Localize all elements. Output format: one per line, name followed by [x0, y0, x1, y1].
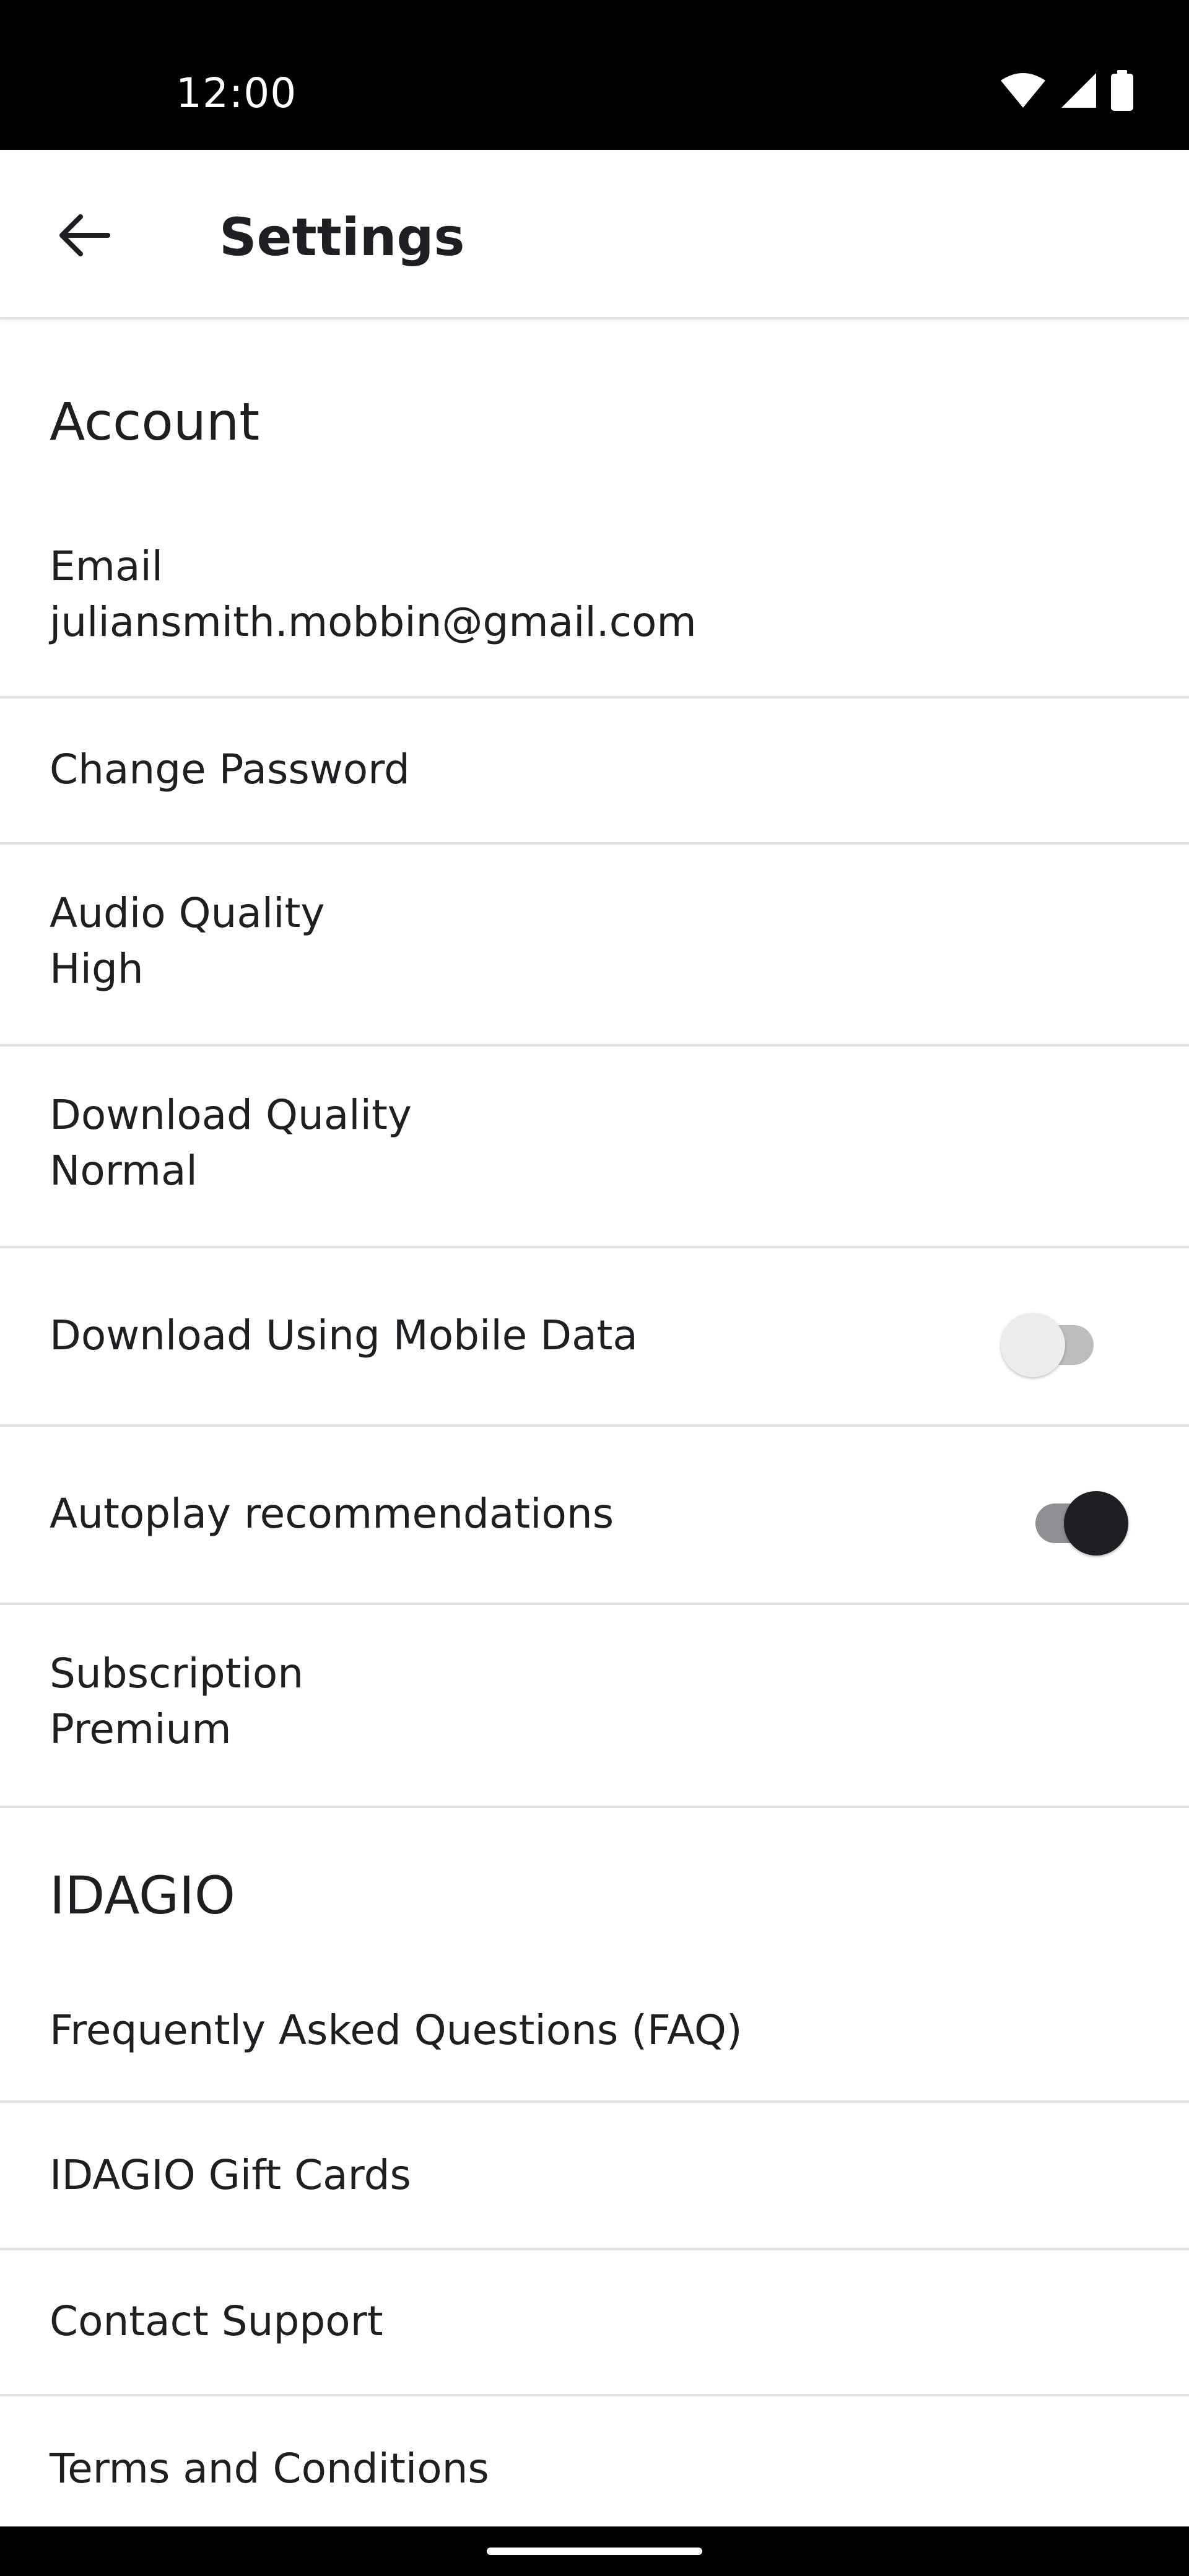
- settings-item-subscription[interactable]: Subscription Premium: [0, 1605, 1189, 1808]
- change-password-label: Change Password: [50, 746, 410, 793]
- section-header-idagio: IDAGIO: [50, 1865, 235, 1926]
- settings-item-gift-cards[interactable]: IDAGIO Gift Cards: [0, 2103, 1189, 2250]
- subscription-value: Premium: [50, 1705, 232, 1753]
- settings-item-faq[interactable]: Frequently Asked Questions (FAQ): [0, 1977, 1189, 2103]
- download-mobile-data-toggle[interactable]: [1001, 1302, 1106, 1377]
- settings-item-email[interactable]: Email juliansmith.mobbin@gmail.com: [0, 515, 1189, 698]
- terms-label: Terms and Conditions: [50, 2445, 489, 2492]
- status-time: 12:00: [176, 69, 297, 117]
- settings-item-change-password[interactable]: Change Password: [0, 698, 1189, 845]
- settings-item-contact-support[interactable]: Contact Support: [0, 2250, 1189, 2396]
- email-value: juliansmith.mobbin@gmail.com: [50, 598, 697, 646]
- contact-support-label: Contact Support: [50, 2297, 383, 2345]
- toggle-thumb: [1064, 1491, 1128, 1556]
- settings-item-download-mobile-data[interactable]: Download Using Mobile Data: [0, 1248, 1189, 1427]
- toggle-thumb: [1001, 1313, 1065, 1377]
- settings-item-audio-quality[interactable]: Audio Quality High: [0, 845, 1189, 1046]
- subscription-label: Subscription: [50, 1650, 304, 1697]
- arrow-left-icon: [58, 213, 110, 260]
- download-quality-label: Download Quality: [50, 1091, 412, 1139]
- status-icons: [1000, 69, 1133, 111]
- app-bar: Settings: [0, 150, 1189, 320]
- page-title: Settings: [219, 207, 465, 268]
- back-button[interactable]: [42, 194, 126, 279]
- audio-quality-value: High: [50, 945, 144, 993]
- audio-quality-label: Audio Quality: [50, 889, 325, 937]
- settings-list: Account Email juliansmith.mobbin@gmail.c…: [0, 320, 1189, 2526]
- settings-item-terms[interactable]: Terms and Conditions: [0, 2396, 1189, 2526]
- settings-item-autoplay[interactable]: Autoplay recommendations: [0, 1427, 1189, 1605]
- battery-icon: [1111, 70, 1133, 111]
- download-quality-value: Normal: [50, 1147, 198, 1194]
- faq-label: Frequently Asked Questions (FAQ): [50, 2006, 743, 2054]
- home-indicator[interactable]: [487, 2548, 702, 2555]
- navigation-bar: [0, 2526, 1189, 2576]
- settings-item-download-quality[interactable]: Download Quality Normal: [0, 1046, 1189, 1248]
- wifi-icon: [1000, 72, 1047, 109]
- email-label: Email: [50, 542, 163, 590]
- status-bar: 12:00: [0, 0, 1189, 150]
- autoplay-toggle[interactable]: [1023, 1480, 1128, 1556]
- download-mobile-data-label: Download Using Mobile Data: [50, 1312, 638, 1359]
- cellular-signal-icon: [1060, 72, 1097, 109]
- gift-cards-label: IDAGIO Gift Cards: [50, 2151, 411, 2199]
- section-header-account: Account: [50, 391, 260, 452]
- autoplay-label: Autoplay recommendations: [50, 1490, 614, 1538]
